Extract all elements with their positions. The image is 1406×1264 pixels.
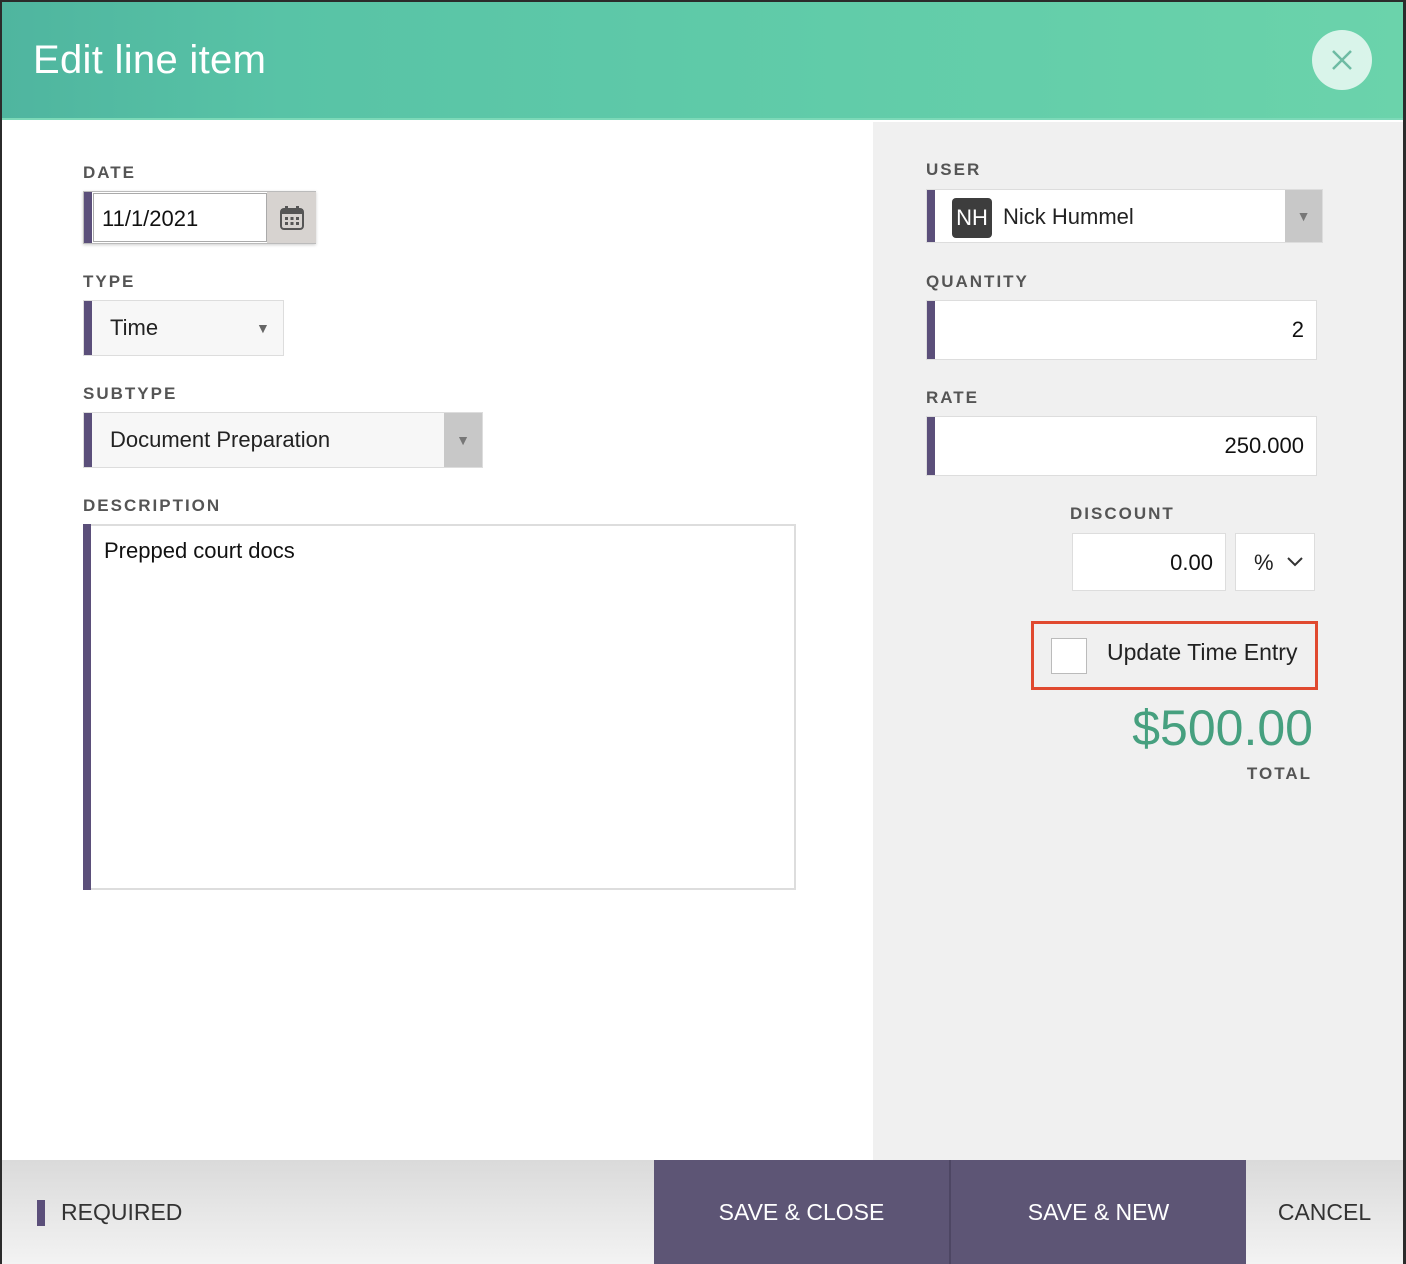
date-label: DATE (83, 163, 137, 182)
update-time-entry-checkbox[interactable] (1051, 638, 1087, 674)
edit-line-item-dialog: Edit line item DATE 11/1/2021 TYPE Time … (2, 2, 1403, 1264)
cancel-button[interactable]: CANCEL (1246, 1160, 1403, 1264)
date-input[interactable]: 11/1/2021 (93, 193, 267, 242)
discount-unit-select[interactable]: % (1235, 533, 1315, 591)
discount-value: 0.00 (1170, 550, 1213, 575)
dialog-title: Edit line item (33, 38, 267, 82)
type-label: TYPE (83, 272, 136, 291)
required-indicator (84, 192, 92, 243)
dialog-header: Edit line item (2, 2, 1403, 120)
quantity-input[interactable]: 2 (926, 300, 1317, 360)
required-indicator (84, 413, 92, 467)
chevron-down-icon: ▼ (444, 413, 482, 467)
required-legend-marker (37, 1200, 45, 1226)
type-value: Time (110, 315, 159, 340)
chevron-down-icon: ▼ (256, 320, 270, 336)
discount-input[interactable]: 0.00 (1072, 533, 1226, 591)
description-textarea[interactable]: Prepped court docs (83, 524, 796, 890)
subtype-label: SUBTYPE (83, 384, 178, 403)
description-text: Prepped court docs (104, 538, 295, 563)
subtype-select[interactable]: Document Preparation ▼ (83, 412, 483, 468)
chevron-down-icon: ▼ (1285, 190, 1322, 242)
save-close-button[interactable]: SAVE & CLOSE (654, 1160, 949, 1264)
avatar: NH (952, 198, 992, 238)
right-panel: USER NH Nick Hummel ▼ QUANTITY 2 RATE 25… (873, 122, 1403, 1160)
rate-value: 250.000 (1224, 433, 1304, 458)
calendar-button[interactable] (267, 192, 316, 243)
subtype-value: Document Preparation (110, 427, 331, 452)
total-amount: $500.00 (1132, 700, 1313, 756)
rate-input[interactable]: 250.000 (926, 416, 1317, 476)
required-legend: REQUIRED (61, 1199, 183, 1225)
update-time-entry-highlight: Update Time Entry (1031, 621, 1318, 690)
update-time-entry-label: Update Time Entry (1107, 639, 1298, 665)
date-field: 11/1/2021 (83, 191, 316, 244)
quantity-value: 2 (1291, 317, 1304, 342)
user-name: Nick Hummel (1003, 204, 1134, 229)
required-indicator (83, 524, 91, 890)
chevron-down-icon (1287, 557, 1303, 567)
close-button[interactable] (1312, 30, 1372, 90)
required-indicator (927, 190, 935, 242)
discount-label: DISCOUNT (1070, 504, 1175, 523)
close-icon (1332, 50, 1352, 70)
rate-label: RATE (926, 388, 980, 407)
user-select[interactable]: NH Nick Hummel ▼ (926, 189, 1323, 243)
discount-unit-value: % (1254, 550, 1274, 575)
calendar-icon (279, 205, 304, 230)
total-label: TOTAL (1246, 764, 1312, 783)
required-indicator (927, 417, 935, 475)
required-indicator (927, 301, 935, 359)
description-label: DESCRIPTION (83, 496, 222, 515)
dialog-footer: REQUIRED SAVE & CLOSE SAVE & NEW CANCEL (2, 1160, 1403, 1264)
save-new-button[interactable]: SAVE & NEW (951, 1160, 1246, 1264)
quantity-label: QUANTITY (926, 272, 1029, 291)
required-indicator (84, 301, 92, 355)
user-label: USER (926, 160, 982, 179)
type-select[interactable]: Time ▼ (83, 300, 284, 356)
